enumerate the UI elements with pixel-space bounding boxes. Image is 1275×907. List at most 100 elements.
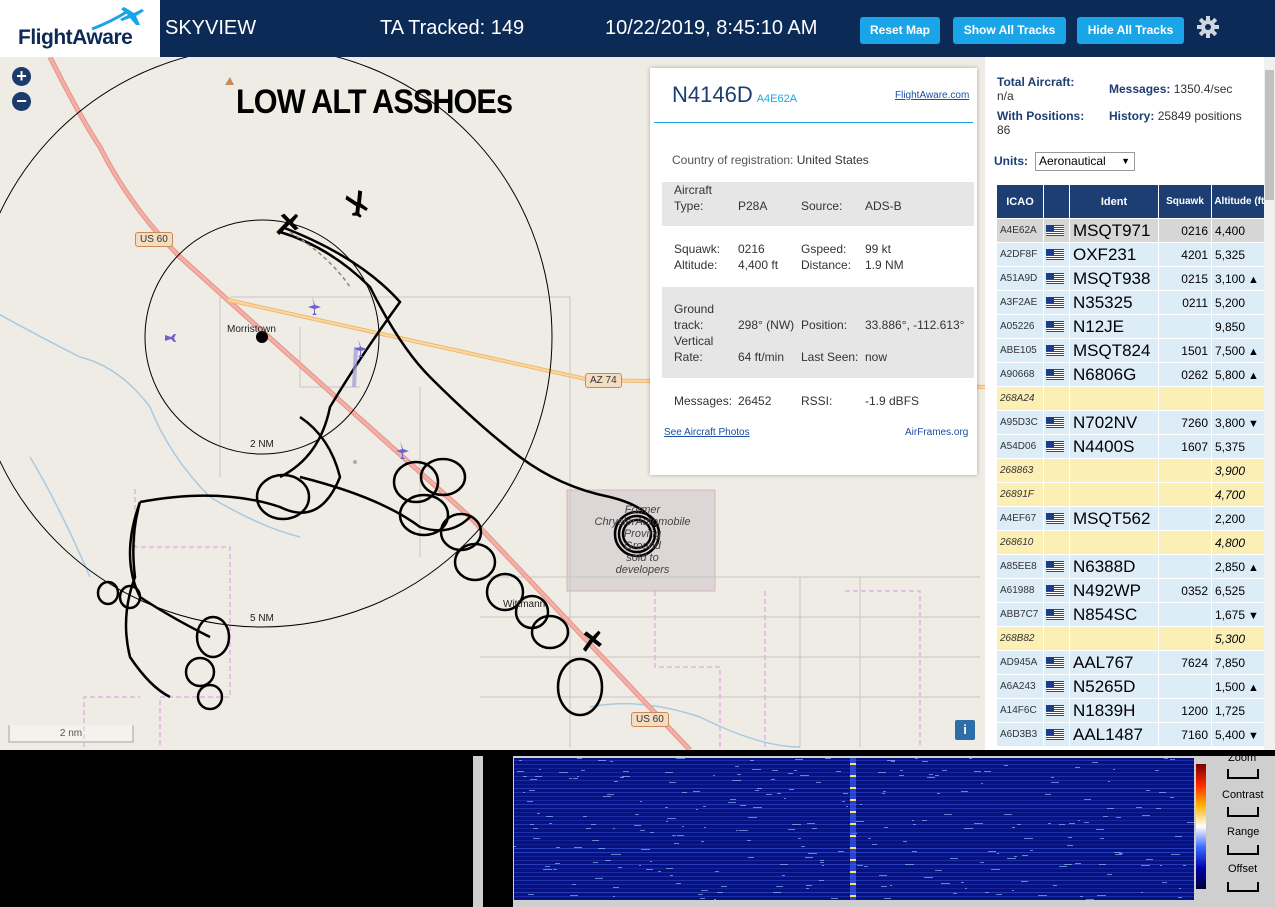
airframes-link[interactable]: AirFrames.org [905, 427, 968, 438]
units-value: Aeronautical [1039, 154, 1106, 168]
us-flag-icon [1046, 681, 1064, 693]
field-label: Vertical [674, 334, 714, 348]
altitude-cell: 1,675 ▼ [1211, 602, 1271, 627]
squawk-cell [1158, 674, 1212, 699]
squawk-cell: 0211 [1158, 290, 1212, 315]
column-header-icao[interactable]: ICAO [996, 184, 1044, 219]
table-row[interactable]: A90668 N6806G 0262 5,800 ▲ [996, 362, 1271, 387]
altitude-trend-icon: ▲ [1248, 345, 1259, 358]
icao-cell: A90668 [996, 362, 1044, 387]
icao-cell: A54D06 [996, 434, 1044, 459]
table-row[interactable]: 26891F 4,700 [996, 482, 1271, 507]
app-name: SKYVIEW [165, 17, 257, 39]
table-row[interactable]: A54D06 N4400S 1607 5,375 [996, 434, 1271, 459]
us-flag-icon [1046, 729, 1064, 741]
table-row[interactable]: 268B82 5,300 [996, 626, 1271, 651]
scrollbar-thumb[interactable] [1265, 70, 1274, 200]
icao-cell: A61988 [996, 578, 1044, 603]
squawk-cell [1158, 626, 1212, 651]
squawk-cell [1158, 602, 1212, 627]
field-label: Position: [801, 318, 848, 332]
altitude-value: 7,500 [1215, 343, 1246, 358]
flag-cell [1043, 434, 1070, 459]
table-row[interactable]: A6D3B3 AAL1487 7160 5,400 ▼ [996, 722, 1271, 747]
field-label: Altitude: [674, 258, 718, 272]
total-aircraft-stat: Total Aircraft: n/a [997, 75, 1074, 103]
waterfall-spectrogram[interactable] [514, 758, 1194, 900]
table-row[interactable]: A51A9D MSQT938 0215 3,100 ▲ [996, 266, 1271, 291]
table-row[interactable]: A61988 N492WP 0352 6,525 [996, 578, 1271, 603]
contrast-label: Contrast [1222, 789, 1264, 801]
altitude-value: 1,675 [1215, 607, 1246, 622]
table-row[interactable]: 268A24 [996, 386, 1271, 411]
zoom-out-button[interactable]: − [12, 92, 31, 111]
altitude-trend-icon: ▲ [1248, 561, 1259, 574]
label-line: Former [624, 504, 661, 516]
table-row[interactable]: A14F6C N1839H 1200 1,725 [996, 698, 1271, 723]
aircraft-table-body: A4E62A MSQT971 0216 4,400 A2DF8F OXF231 4201 5,… [996, 218, 1271, 747]
units-select[interactable]: Aeronautical ▼ [1035, 152, 1135, 171]
column-header-ident[interactable]: Ident [1069, 184, 1159, 219]
flag-cell [1043, 602, 1070, 627]
aircraft-table: ICAO Ident Squawk Altitude (ft) A4E62A MS… [996, 184, 1271, 747]
range-ring-label: 5 NM [250, 613, 274, 624]
table-row[interactable]: A85EE8 N6388D 2,850 ▲ [996, 554, 1271, 579]
table-row[interactable]: A6A243 N5265D 1,500 ▲ [996, 674, 1271, 699]
icao-cell: A14F6C [996, 698, 1044, 723]
tracked-count: TA Tracked: 149 [380, 17, 525, 39]
table-row[interactable]: 268610 4,800 [996, 530, 1271, 555]
squawk-cell: 0352 [1158, 578, 1212, 603]
table-row[interactable]: A05226 N12JE 9,850 [996, 314, 1271, 339]
table-row[interactable]: ABB7C7 N854SC 1,675 ▼ [996, 602, 1271, 627]
squawk-cell: 0216 [1158, 218, 1212, 243]
field-value: -1.9 dBFS [865, 394, 920, 408]
hide-all-tracks-button[interactable]: Hide All Tracks [1077, 17, 1184, 44]
waterfall-colorbar [1196, 764, 1206, 889]
table-row[interactable]: 268863 3,900 [996, 458, 1271, 483]
column-header-squawk[interactable]: Squawk [1158, 184, 1212, 219]
table-row[interactable]: AD945A AAL767 7624 7,850 [996, 650, 1271, 675]
table-row[interactable]: A2DF8F OXF231 4201 5,325 [996, 242, 1271, 267]
range-ring-label: 2 NM [250, 439, 274, 450]
table-row[interactable]: A4E62A MSQT971 0216 4,400 [996, 218, 1271, 243]
ident-cell [1069, 626, 1159, 651]
table-row[interactable]: A4EF67 MSQT562 2,200 [996, 506, 1271, 531]
flag-cell [1043, 482, 1070, 507]
aircraft-photos-link[interactable]: See Aircraft Photos [664, 427, 750, 438]
ident-cell: N6388D [1069, 554, 1159, 579]
altitude-trend-icon: ▲ [1248, 273, 1259, 286]
gear-icon[interactable] [1196, 15, 1220, 39]
offset-slider[interactable] [1227, 882, 1259, 892]
hex-code: A4E62A [756, 93, 798, 105]
map-annotation-title: LOW ALT ASSHOEs [236, 83, 513, 121]
altitude-cell: 5,200 [1211, 290, 1271, 315]
table-row[interactable]: ABE105 MSQT824 1501 7,500 ▲ [996, 338, 1271, 363]
map-info-button[interactable]: i [955, 720, 975, 740]
altitude-trend-icon: ▼ [1248, 729, 1259, 742]
squawk-cell [1158, 386, 1212, 411]
ident-cell [1069, 386, 1159, 411]
label-line: sold to [626, 552, 659, 564]
range-slider[interactable] [1227, 845, 1259, 855]
ident-cell [1069, 482, 1159, 507]
icao-cell: A6D3B3 [996, 722, 1044, 747]
reset-map-button[interactable]: Reset Map [860, 17, 940, 44]
zoom-slider[interactable] [1227, 769, 1259, 779]
altitude-value: 5,800 [1215, 367, 1246, 382]
ident-cell: N12JE [1069, 314, 1159, 339]
table-scrollbar[interactable] [1264, 57, 1275, 750]
contrast-slider[interactable] [1227, 807, 1259, 817]
flightaware-logo[interactable]: FlightAware [0, 0, 160, 57]
us-flag-icon [1046, 513, 1064, 525]
show-all-tracks-button[interactable]: Show All Tracks [953, 17, 1066, 44]
column-header-altitude[interactable]: Altitude (ft) [1211, 184, 1271, 219]
flightaware-link[interactable]: FlightAware.com [895, 90, 969, 101]
table-row[interactable]: A3F2AE N35325 0211 5,200 [996, 290, 1271, 315]
ident-cell: OXF231 [1069, 242, 1159, 267]
zoom-in-button[interactable]: + [12, 67, 31, 86]
table-row[interactable]: A95D3C N702NV 7260 3,800 ▼ [996, 410, 1271, 435]
squawk-cell: 0215 [1158, 266, 1212, 291]
altitude-cell: 4,700 [1211, 482, 1271, 507]
altitude-value: 6,525 [1215, 583, 1246, 598]
altitude-cell [1211, 386, 1271, 411]
